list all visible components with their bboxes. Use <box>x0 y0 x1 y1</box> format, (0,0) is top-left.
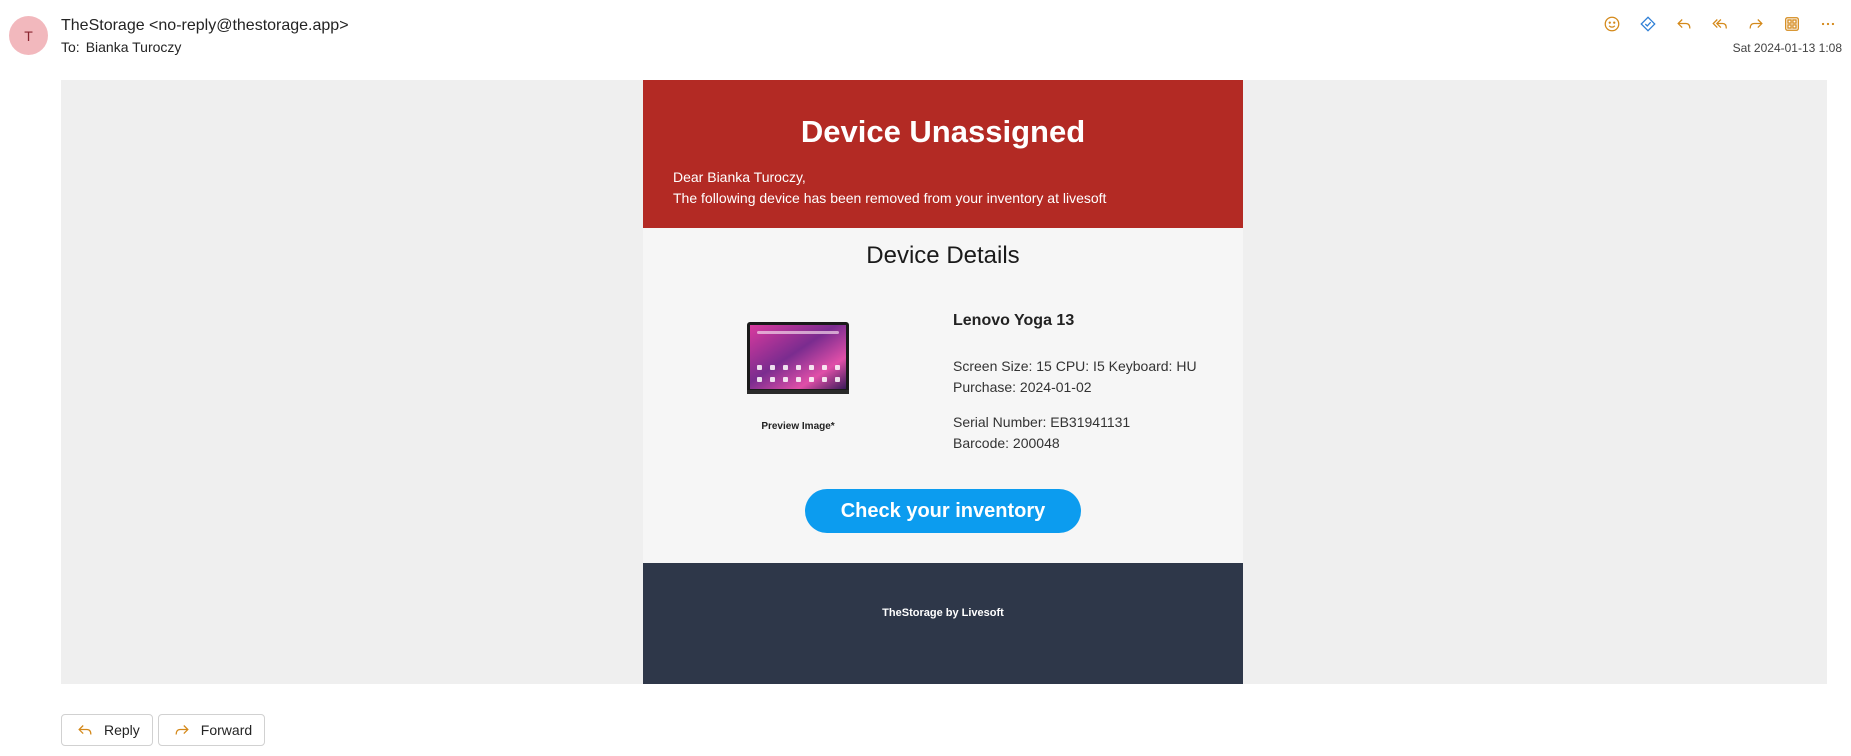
alert-banner: Device Unassigned Dear Bianka Turoczy, T… <box>643 80 1243 228</box>
greeting-block: Dear Bianka Turoczy, The following devic… <box>673 167 1106 209</box>
message-date: Sat 2024-01-13 1:08 <box>1732 41 1842 55</box>
reply-all-icon[interactable] <box>1705 13 1735 35</box>
purchase-line: Purchase: 2024-01-02 <box>953 379 1092 395</box>
banner-title: Device Unassigned <box>800 114 1086 149</box>
recipient-line: To: Bianka Turoczy <box>61 39 181 55</box>
email-card: Device Unassigned Dear Bianka Turoczy, T… <box>643 80 1243 684</box>
barcode-line: Barcode: 200048 <box>953 435 1060 451</box>
email-footer: TheStorage by Livesoft <box>643 563 1243 684</box>
device-specs: Screen Size: 15 CPU: I5 Keyboard: HU Pur… <box>953 356 1197 398</box>
message-toolbar <box>1597 13 1843 35</box>
apps-icon[interactable] <box>1777 13 1807 35</box>
to-label: To: <box>61 39 80 55</box>
details-title: Device Details <box>866 242 1020 269</box>
preview-caption: Preview Image* <box>761 421 835 432</box>
email-body-canvas: Device Unassigned Dear Bianka Turoczy, T… <box>61 80 1827 684</box>
message-text: The following device has been removed fr… <box>673 190 1107 206</box>
recipient-name[interactable]: Bianka Turoczy <box>86 39 182 55</box>
sender-address[interactable]: TheStorage <no-reply@thestorage.app> <box>61 17 349 35</box>
forward-button[interactable]: Forward <box>157 714 266 746</box>
forward-icon <box>175 725 189 735</box>
message-actions: Reply Forward <box>61 714 266 746</box>
device-name: Lenovo Yoga 13 <box>953 312 1075 329</box>
greeting-text: Dear Bianka Turoczy, <box>673 169 806 185</box>
reply-icon <box>78 725 92 735</box>
serial-line: Serial Number: EB31941131 <box>953 414 1131 430</box>
tag-icon[interactable] <box>1633 13 1663 35</box>
reply-label: Reply <box>104 722 140 738</box>
specs-line: Screen Size: 15 CPU: I5 Keyboard: HU <box>953 358 1197 374</box>
sender-avatar[interactable]: T <box>9 16 48 55</box>
reply-icon[interactable] <box>1669 13 1699 35</box>
footer-brand: TheStorage by Livesoft <box>882 607 1004 619</box>
forward-icon[interactable] <box>1741 13 1771 35</box>
message-header: T TheStorage <no-reply@thestorage.app> T… <box>0 0 1851 80</box>
reply-button[interactable]: Reply <box>61 714 153 746</box>
more-icon[interactable] <box>1813 13 1843 35</box>
smiley-icon[interactable] <box>1597 13 1627 35</box>
check-inventory-button[interactable]: Check your inventory <box>805 489 1081 533</box>
device-preview-image <box>747 322 849 394</box>
forward-label: Forward <box>200 722 253 738</box>
device-identifiers: Serial Number: EB31941131 Barcode: 20004… <box>953 412 1130 454</box>
